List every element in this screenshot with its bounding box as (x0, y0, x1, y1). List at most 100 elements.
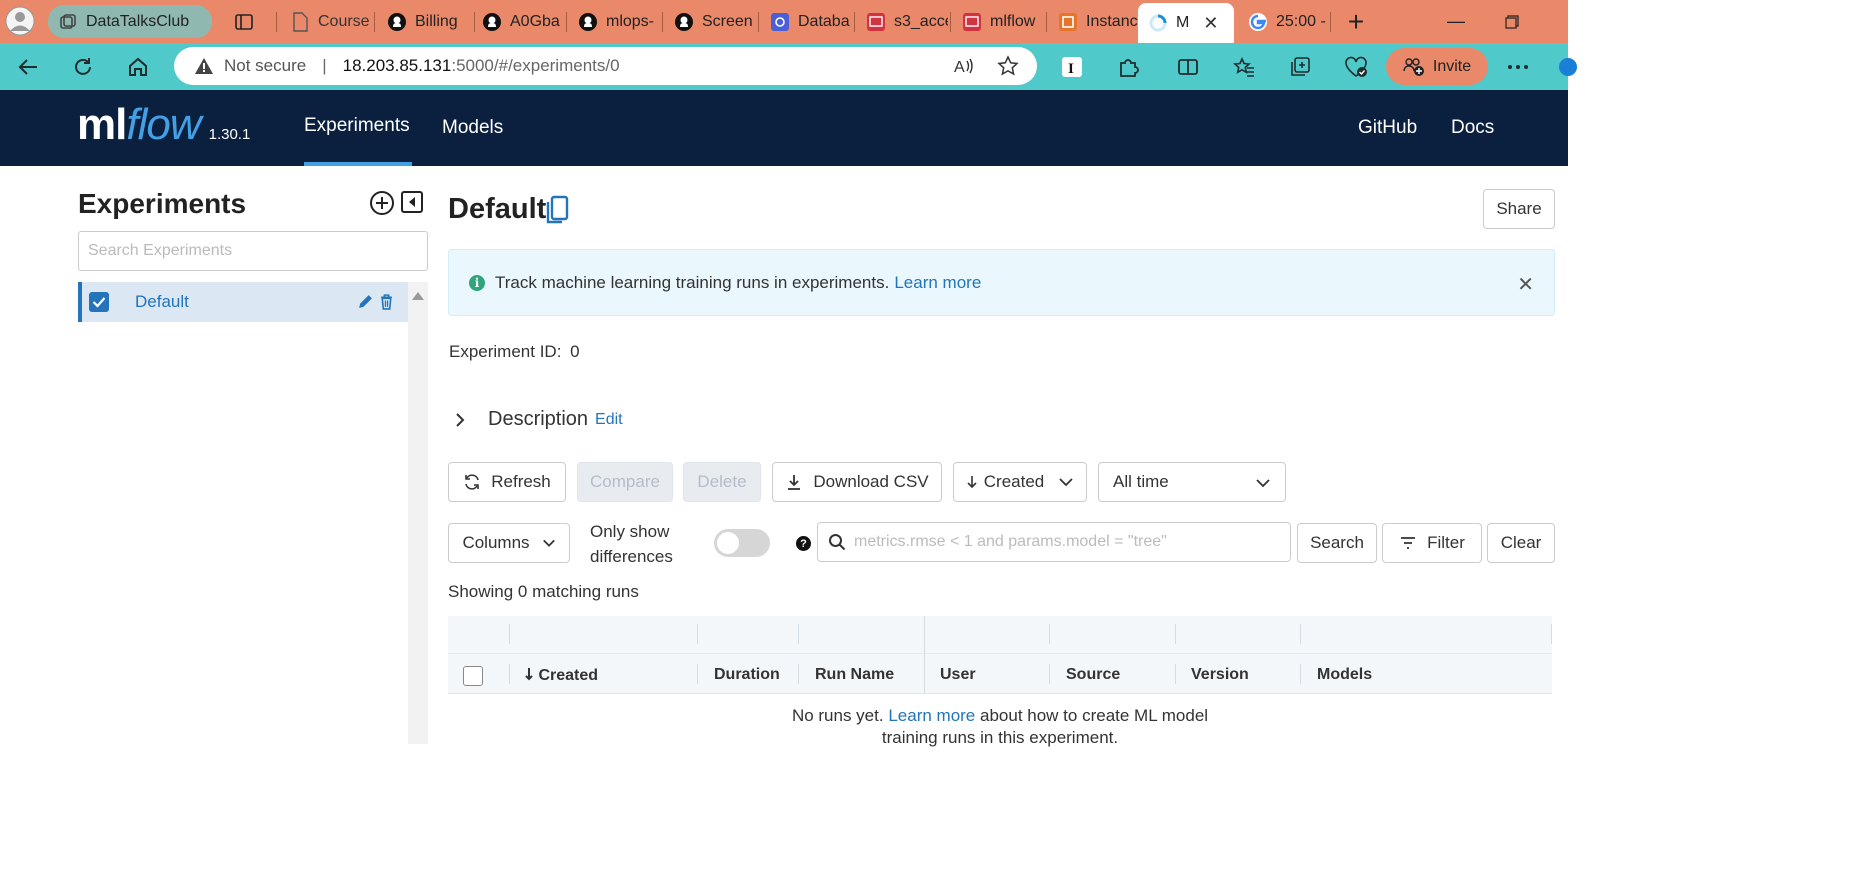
tab-instances[interactable]: Instanc (1048, 5, 1140, 38)
back-button[interactable] (10, 49, 46, 85)
sidebar-item-default[interactable]: Default (78, 282, 408, 322)
empty-state-learn-more-link[interactable]: Learn more (888, 706, 975, 725)
restore-button[interactable] (1484, 0, 1540, 43)
column-created[interactable]: Created (524, 666, 598, 685)
mlflow-logo[interactable]: ml flow 1.30.1 (77, 100, 250, 150)
tab-group-datatalksclub[interactable]: DataTalksClub (48, 5, 212, 38)
tab-separator (950, 12, 951, 32)
tab-course[interactable]: Course (280, 5, 372, 38)
refresh-label: Refresh (491, 472, 551, 491)
alert-learn-more-link[interactable]: Learn more (894, 273, 981, 293)
home-button[interactable] (120, 49, 156, 85)
invite-button[interactable]: Invite (1386, 48, 1488, 85)
delete-button[interactable]: Delete (683, 462, 761, 502)
column-user[interactable]: User (940, 666, 976, 684)
chevron-right-icon[interactable] (452, 412, 468, 428)
favorites-button[interactable] (1226, 49, 1262, 85)
runs-search-input[interactable] (854, 533, 1274, 551)
nav-docs[interactable]: Docs (1451, 90, 1494, 166)
download-csv-button[interactable]: Download CSV (772, 462, 942, 502)
search-button[interactable]: Search (1297, 523, 1377, 563)
tab-database[interactable]: Databa (760, 5, 852, 38)
close-alert-icon[interactable]: ✕ (1517, 272, 1534, 297)
search-icon (829, 534, 846, 551)
scroll-up-arrow-icon[interactable] (412, 292, 424, 300)
filter-label: Filter (1427, 533, 1465, 552)
column-group-header (448, 616, 1552, 654)
address-bar[interactable]: Not secure | 18.203.85.131 :5000/#/exper… (174, 47, 1037, 85)
close-tab-icon[interactable]: ✕ (1203, 13, 1218, 34)
only-show-differences-toggle[interactable] (714, 529, 770, 557)
tab-mlops[interactable]: mlops- (568, 5, 660, 38)
column-duration[interactable]: Duration (714, 666, 780, 684)
collections-button[interactable] (1282, 49, 1318, 85)
tab-a0gba[interactable]: A0Gba (472, 5, 564, 38)
runs-search-field[interactable] (817, 522, 1291, 562)
tab-timer[interactable]: 25:00 - (1238, 5, 1330, 38)
column-models[interactable]: Models (1317, 666, 1372, 684)
experiment-id-value: 0 (570, 342, 580, 361)
refresh-icon (465, 474, 480, 490)
plus-circle-icon (370, 191, 394, 215)
tab-mlflow-console[interactable]: mlflow (952, 5, 1044, 38)
edit-pencil-icon[interactable] (357, 293, 374, 310)
security-status[interactable]: Not secure (224, 56, 306, 76)
extensions-button[interactable] (1110, 49, 1146, 85)
columns-button[interactable]: Columns (448, 523, 570, 563)
nav-experiments[interactable]: Experiments (304, 90, 412, 166)
copilot-button[interactable] (1550, 49, 1586, 85)
reload-button[interactable] (65, 49, 101, 85)
more-menu-button[interactable] (1500, 49, 1536, 85)
description-label[interactable]: Description (488, 408, 588, 431)
help-question-icon[interactable]: ? (796, 536, 811, 551)
compare-button[interactable]: Compare (577, 462, 673, 502)
nav-models[interactable]: Models (442, 90, 503, 166)
tab-label: A0Gba (510, 12, 560, 30)
sort-desc-arrow-icon (525, 668, 533, 681)
filter-icon (1401, 537, 1416, 549)
sidebar-scrollbar[interactable] (408, 282, 428, 744)
browser-essentials-button[interactable] (1338, 49, 1374, 85)
tab-billing[interactable]: Billing (377, 5, 473, 38)
column-source[interactable]: Source (1066, 666, 1120, 684)
refresh-button[interactable]: Refresh (448, 462, 566, 502)
minimize-button[interactable]: — (1428, 0, 1484, 43)
tab-label: M (1176, 14, 1190, 31)
search-experiments-input[interactable] (78, 231, 428, 271)
tab-screen[interactable]: Screen (664, 5, 756, 38)
filter-button[interactable]: Filter (1382, 523, 1482, 563)
alert-text: Track machine learning training runs in … (495, 272, 890, 292)
collapse-sidebar-button[interactable] (400, 190, 426, 216)
nav-github[interactable]: GitHub (1358, 90, 1417, 166)
extension-i-button[interactable]: I (1054, 49, 1090, 85)
tab-s3-access[interactable]: s3_acce (856, 5, 948, 38)
column-run-name[interactable]: Run Name (815, 666, 894, 684)
experiment-checkbox[interactable] (89, 292, 109, 312)
sort-dropdown[interactable]: Created (953, 462, 1087, 502)
delete-trash-icon[interactable] (378, 293, 395, 310)
profile-avatar-icon[interactable] (2, 3, 38, 39)
description-edit-link[interactable]: Edit (595, 411, 623, 429)
read-aloud-icon[interactable]: A (953, 55, 975, 77)
experiment-name[interactable]: Default (135, 292, 189, 312)
tab-separator (276, 12, 277, 32)
tab-actions[interactable] (224, 5, 264, 38)
split-screen-button[interactable] (1170, 49, 1206, 85)
column-created-label: Created (538, 667, 599, 684)
browser-tab-strip: DataTalksClub Course Billing A0Gba mlops… (0, 0, 1568, 43)
column-divider (509, 664, 510, 684)
column-version[interactable]: Version (1191, 666, 1249, 684)
add-experiment-button[interactable] (369, 190, 395, 216)
new-tab-button[interactable]: + (1328, 0, 1384, 43)
clear-button[interactable]: Clear (1487, 523, 1555, 563)
check-icon (92, 297, 106, 308)
tab-mlflow-active[interactable]: M ✕ (1138, 3, 1234, 43)
only-show-differences-text: Only show differences (590, 522, 673, 566)
mlflow-header: ml flow 1.30.1 Experiments Models GitHub… (0, 90, 1568, 166)
copy-path-icon[interactable] (545, 195, 569, 225)
select-all-checkbox[interactable] (463, 666, 483, 686)
time-range-select[interactable]: All time (1098, 462, 1286, 502)
only-show-differences-label: Only show differences (590, 519, 700, 569)
share-button[interactable]: Share (1483, 189, 1555, 229)
favorite-star-icon[interactable] (997, 55, 1019, 77)
